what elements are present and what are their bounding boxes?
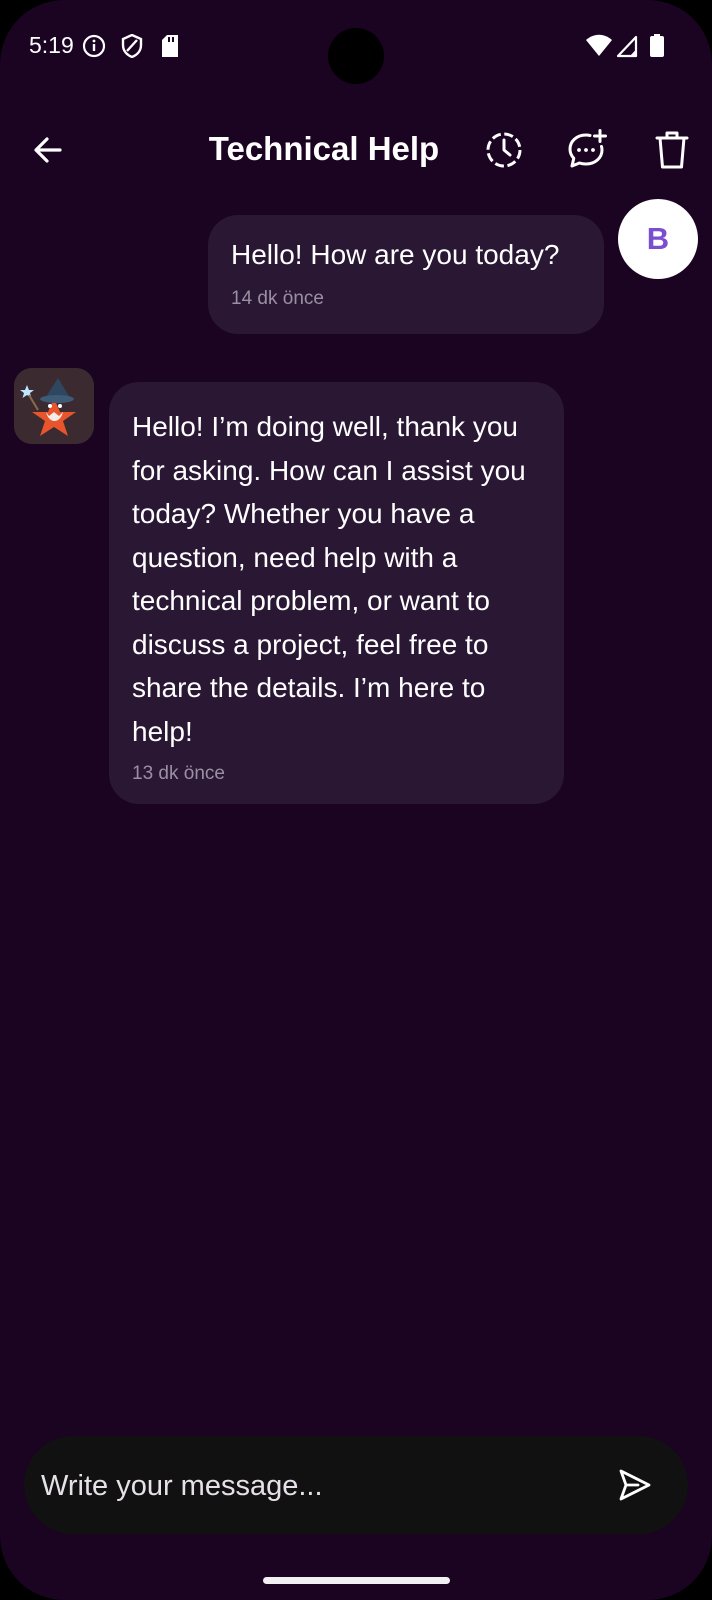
page-title: Technical Help [208, 130, 440, 167]
wifi-icon [585, 34, 613, 63]
new-chat-button[interactable] [563, 126, 611, 174]
status-time: 5:19 [29, 32, 74, 58]
message-timestamp: 14 dk önce [231, 288, 324, 309]
bot-avatar [14, 368, 94, 444]
sd-card-icon [160, 34, 180, 63]
wizard-star-icon [14, 368, 94, 444]
message-input[interactable] [39, 1460, 603, 1512]
status-bar: 5:19 [0, 0, 712, 96]
message-text: Hello! I’m doing well, thank you for ask… [132, 411, 526, 747]
send-icon [619, 1469, 651, 1501]
info-icon [82, 34, 106, 63]
trash-icon [655, 131, 689, 169]
signal-icon [616, 34, 638, 63]
message-composer [24, 1436, 688, 1534]
shield-icon [121, 33, 143, 63]
bot-message-bubble: Hello! I’m doing well, thank you for ask… [109, 382, 564, 804]
chat-screen: 5:19 Technical Help Hello! How are you t… [0, 0, 712, 1600]
message-timestamp: 13 dk önce [132, 763, 225, 784]
back-button[interactable] [24, 126, 72, 174]
user-avatar: B [618, 199, 698, 279]
front-camera [328, 28, 384, 84]
back-arrow-icon [34, 137, 62, 163]
message-text: Hello! How are you today? [231, 239, 560, 270]
battery-icon [649, 34, 665, 63]
send-button[interactable] [606, 1457, 662, 1513]
history-button[interactable] [480, 126, 528, 174]
history-icon [486, 132, 522, 168]
new-chat-icon [568, 129, 607, 168]
user-message-bubble: Hello! How are you today? 14 dk önce [208, 215, 604, 334]
app-header: Technical Help [0, 110, 712, 190]
delete-chat-button[interactable] [648, 126, 696, 174]
home-indicator[interactable] [263, 1577, 450, 1584]
